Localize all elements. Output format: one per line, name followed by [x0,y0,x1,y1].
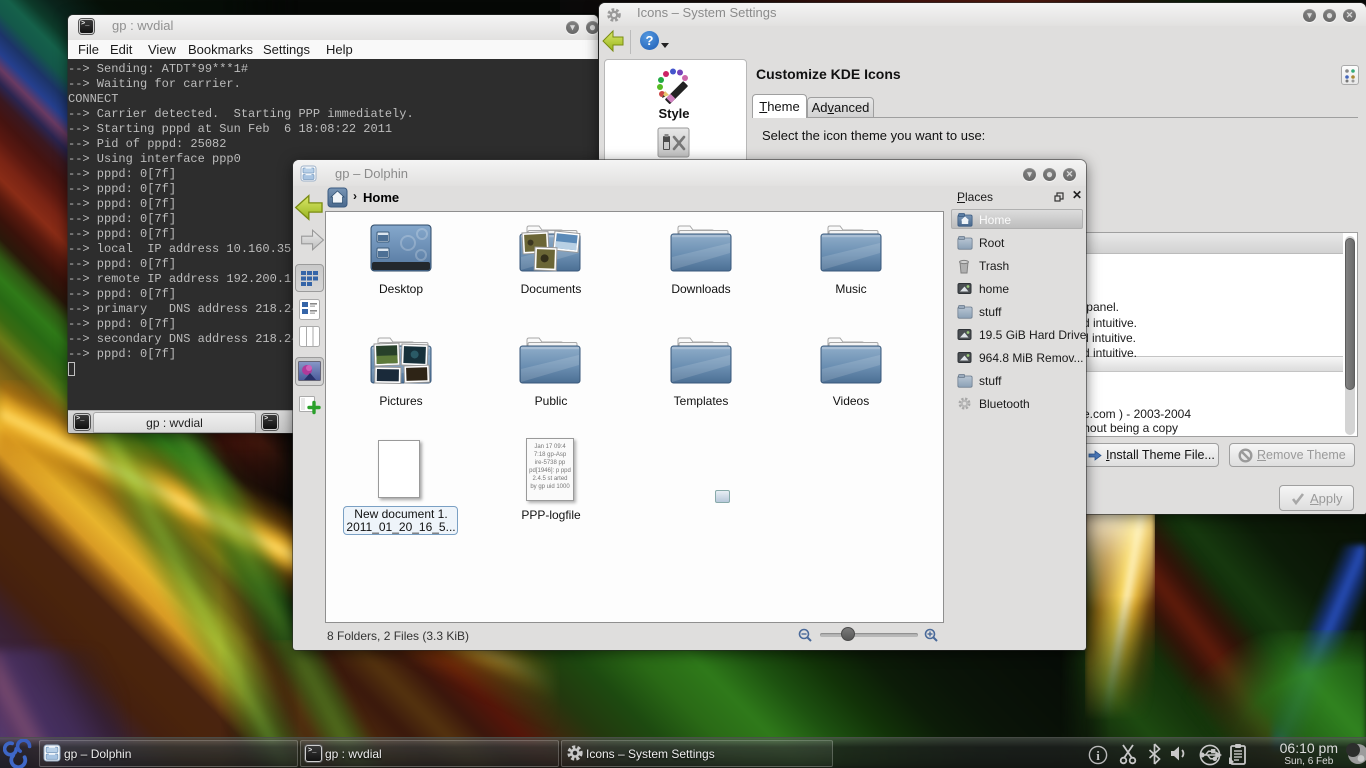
svg-text:i: i [1096,748,1100,763]
